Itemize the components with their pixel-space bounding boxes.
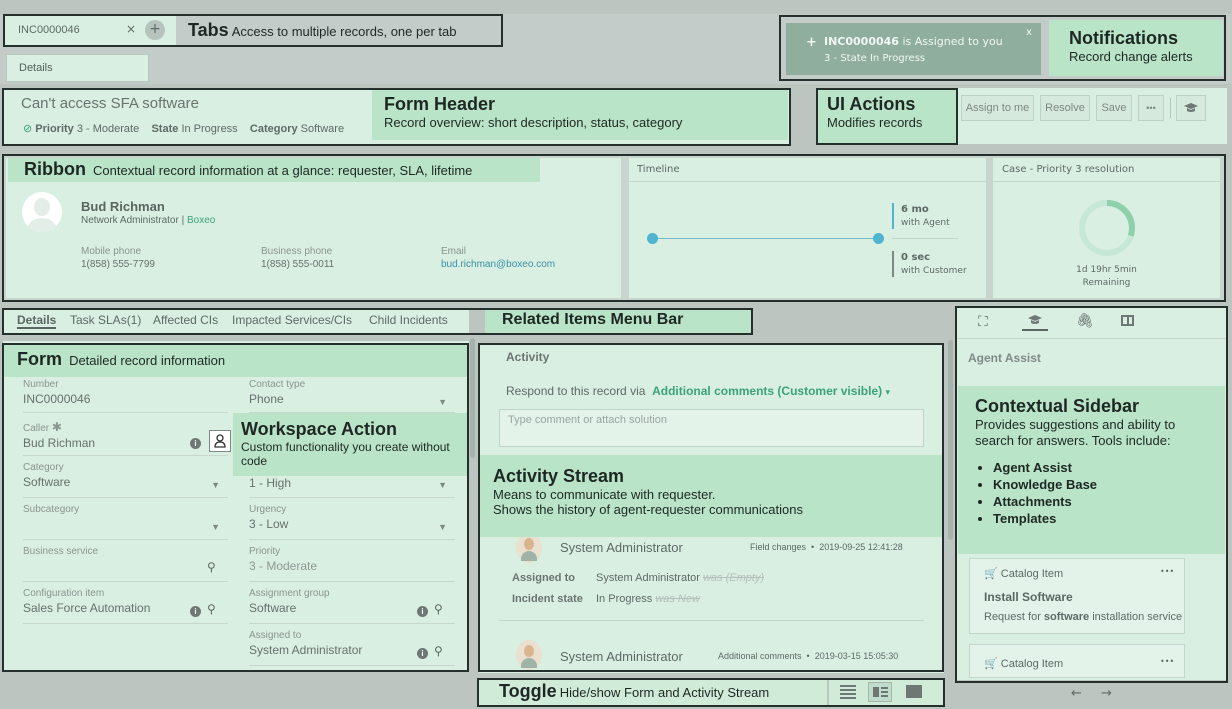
catalog-card[interactable]: 🛒 Catalog Item ••• Install Software Requ… <box>969 558 1185 634</box>
knowledge-tab-icon[interactable] <box>1022 314 1048 331</box>
activity-scrollbar[interactable] <box>948 340 953 540</box>
sidebar-tools-list: Agent Assist Knowledge Base Attachments … <box>993 459 1208 527</box>
more-icon[interactable]: ••• <box>1160 657 1174 666</box>
activity-callout: Activity Stream Means to communicate wit… <box>480 455 942 537</box>
next-arrow-icon[interactable]: → <box>1101 686 1112 701</box>
cart-icon: 🛒 <box>984 658 998 670</box>
notifications-callout: Notifications Record change alerts <box>1049 20 1223 76</box>
sla-title: Case - Priority 3 resolution <box>1002 164 1135 175</box>
related-items-callout: Related Items Menu Bar <box>485 310 751 333</box>
tabs-callout: Tabs Access to multiple records, one per… <box>188 20 457 40</box>
assign-to-me-button[interactable]: Assign to me <box>961 95 1034 121</box>
timeline-title: Timeline <box>637 164 680 175</box>
form-frame <box>2 343 469 672</box>
timeline-line <box>653 238 879 239</box>
resolve-button[interactable]: Resolve <box>1040 95 1090 121</box>
sla-donut <box>1079 200 1135 256</box>
catalog-item-desc: Request for software installation servic… <box>984 611 1183 623</box>
notification-state: 3 - State In Progress <box>824 53 926 64</box>
form-header-callout: Form Header Record overview: short descr… <box>372 90 788 140</box>
timeline-start-dot <box>647 233 658 244</box>
mobile-phone: Mobile phone 1(858) 555-7799 <box>81 246 155 270</box>
ribbon-timeline-card: Timeline 6 mo with Agent 0 sec with Cust… <box>629 158 986 298</box>
avatar <box>22 192 62 232</box>
requester-name: Bud Richman <box>81 199 165 214</box>
divider <box>1170 98 1171 118</box>
attachment-icon[interactable]: 🖇 <box>1076 313 1094 329</box>
close-icon[interactable]: x <box>1026 27 1032 38</box>
ribbon-sla-card: Case - Priority 3 resolution 1d 19hr 5mi… <box>993 158 1220 298</box>
agent-assist-icon[interactable]: ⛶ <box>978 314 988 330</box>
save-button[interactable]: Save <box>1096 95 1132 121</box>
requester-company[interactable]: Boxeo <box>187 215 215 226</box>
activity-only-icon[interactable] <box>906 685 922 698</box>
sidebar-callout: Contextual Sidebar Provides suggestions … <box>958 386 1225 554</box>
templates-icon[interactable] <box>1121 315 1134 326</box>
form-callout: Form Detailed record information <box>4 345 467 377</box>
timeline-end-dot <box>873 233 884 244</box>
sla-remaining: 1d 19hr 5min <box>1076 265 1137 275</box>
notification-text: is Assigned to you <box>898 35 1003 48</box>
notification-toast[interactable]: + INC0000046 is Assigned to you 3 - Stat… <box>786 23 1041 75</box>
tab-details-label: Details <box>19 62 53 74</box>
previous-arrow-icon[interactable]: ← <box>1071 686 1082 701</box>
ui-actions-callout: UI Actions Modifies records <box>818 90 956 143</box>
catalog-item-type: 🛒 Catalog Item <box>984 658 1064 670</box>
list-view-icon[interactable] <box>840 685 856 699</box>
email: Email bud.richman@boxeo.com <box>441 246 556 270</box>
catalog-item-title[interactable]: Install Software <box>984 590 1073 604</box>
form-scrollbar[interactable] <box>470 338 475 458</box>
plus-icon: + <box>806 35 817 50</box>
catalog-card[interactable]: 🛒 Catalog Item ••• <box>969 644 1185 678</box>
toggle-callout: Toggle Hide/show Form and Activity Strea… <box>479 680 827 705</box>
more-icon[interactable]: ••• <box>1160 567 1174 576</box>
notification-record: INC0000046 <box>824 35 899 48</box>
graduation-cap-icon[interactable] <box>1176 95 1206 121</box>
sla-remaining-label: Remaining <box>1082 278 1131 288</box>
sidebar-title: Agent Assist <box>968 351 1041 365</box>
tab-details[interactable]: Details <box>6 54 149 82</box>
cart-icon: 🛒 <box>984 568 998 580</box>
requester-title: Network Administrator <box>81 215 179 226</box>
business-phone: Business phone 1(858) 555-0011 <box>261 246 335 270</box>
split-view-icon[interactable] <box>868 682 892 702</box>
ribbon-callout: Ribbon Contextual record information at … <box>8 158 540 182</box>
catalog-item-type: 🛒 Catalog Item <box>984 568 1064 580</box>
more-button[interactable]: ••• <box>1138 95 1164 121</box>
workspace-action-callout: Workspace Action Custom functionality yo… <box>233 413 467 476</box>
